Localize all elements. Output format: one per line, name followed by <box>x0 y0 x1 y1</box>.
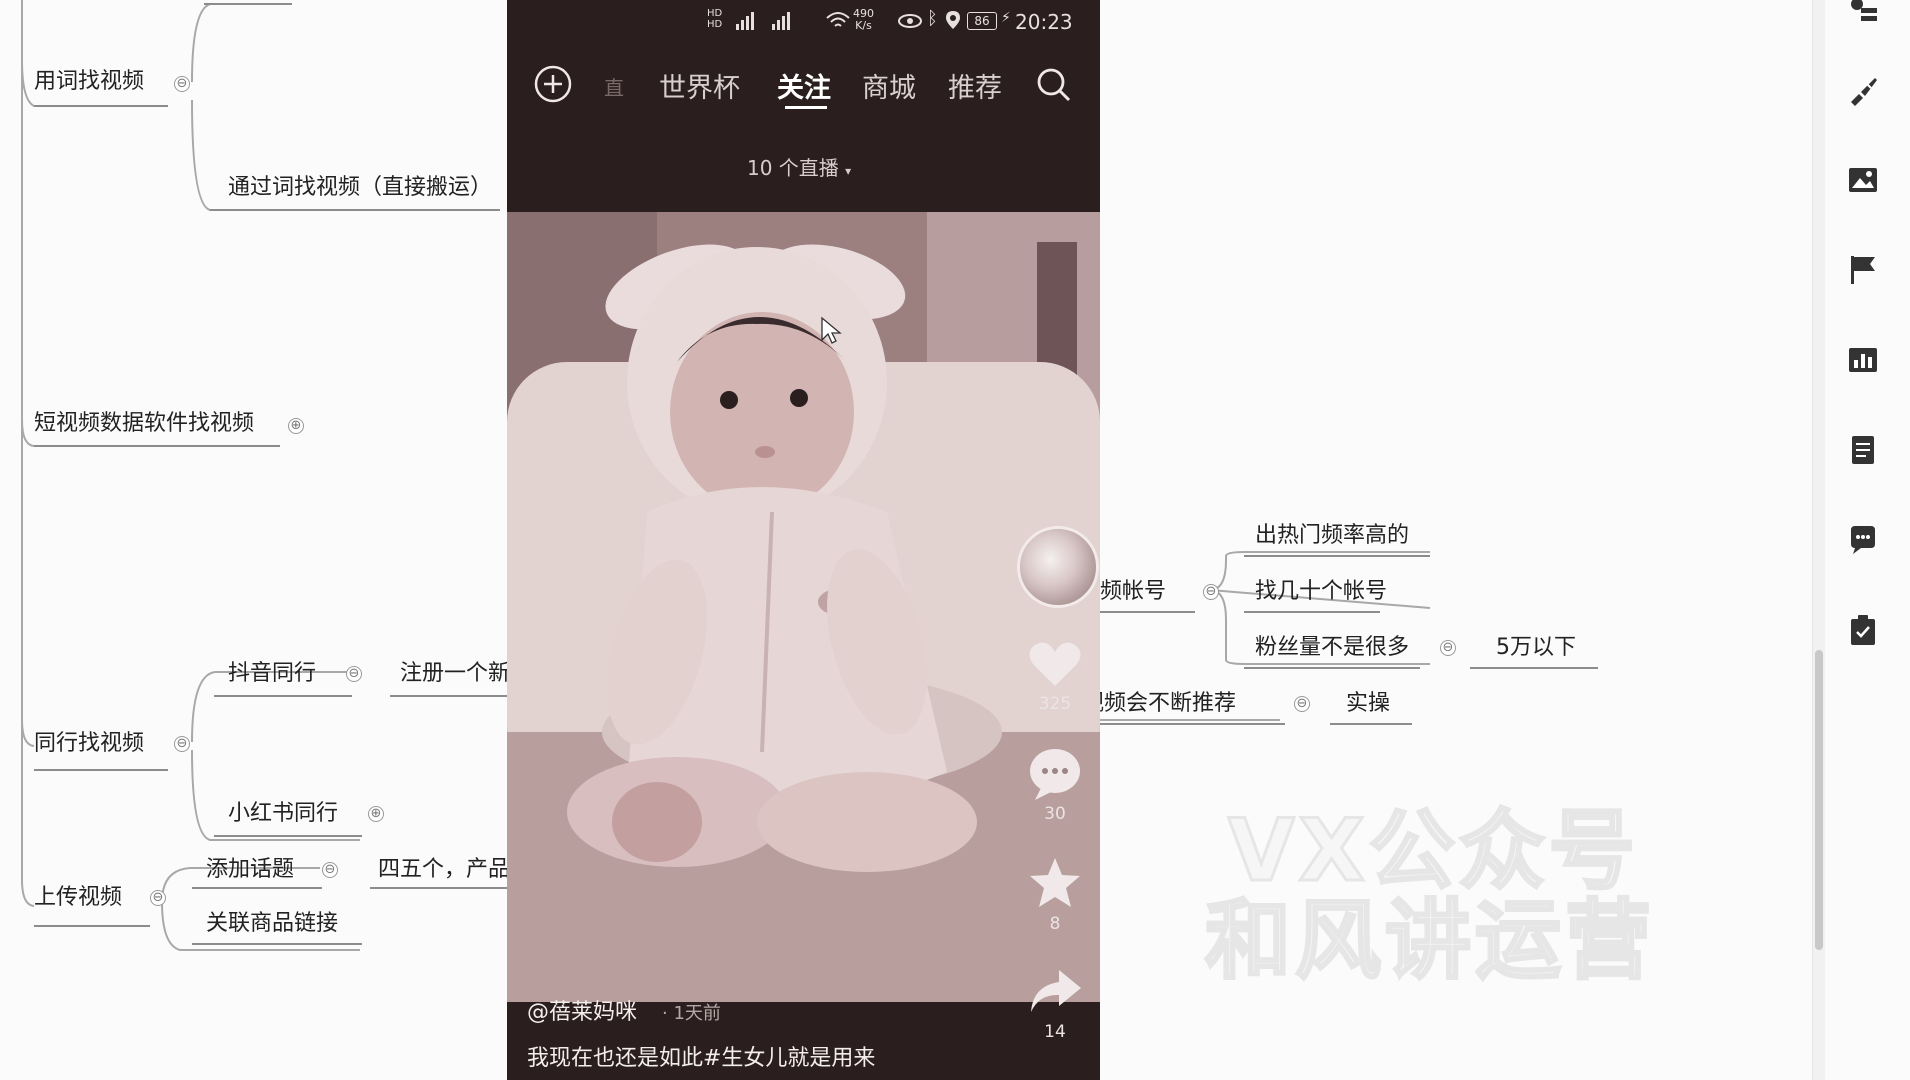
star-icon[interactable] <box>1027 856 1083 910</box>
tab-recommend[interactable]: 推荐 <box>948 66 1002 105</box>
node-register[interactable]: 注册一个新 <box>400 660 510 688</box>
tab-partial[interactable]: 直 <box>604 72 624 101</box>
share-icon[interactable] <box>1027 966 1083 1016</box>
node-peer-video[interactable]: 同行找视频 <box>34 730 144 758</box>
battery-indicator: 86 <box>967 12 997 30</box>
heart-icon[interactable] <box>1027 640 1083 690</box>
comment-bubble-icon[interactable] <box>1847 524 1879 556</box>
collapse-toggle[interactable]: ⊖ <box>174 76 190 92</box>
node-under-50k[interactable]: 5万以下 <box>1496 634 1576 662</box>
flag-icon[interactable] <box>1847 254 1879 286</box>
collapse-toggle[interactable]: ⊖ <box>174 736 190 752</box>
collapse-toggle[interactable]: ⊖ <box>1294 696 1310 712</box>
chart-icon[interactable] <box>1847 344 1879 376</box>
collapse-toggle[interactable]: ⊖ <box>322 862 338 878</box>
phone-screen-mirror[interactable]: HD HD 490 K/s ᛒ 86 ⚡ 20:23 直 世界杯 关注 商城 推荐… <box>507 0 1100 1080</box>
collapse-toggle[interactable]: ⊖ <box>346 666 362 682</box>
expand-toggle[interactable]: ⊕ <box>368 806 384 822</box>
clipboard-icon[interactable] <box>1847 614 1879 646</box>
node-account[interactable]: 频帐号 <box>1100 578 1166 606</box>
node-fans[interactable]: 粉丝量不是很多 <box>1255 634 1409 662</box>
chevron-down-icon: ▾ <box>845 164 852 178</box>
node-search-by-word[interactable]: 用词找视频 <box>34 68 144 96</box>
eye-icon <box>898 14 922 28</box>
share-count: 14 <box>1044 1022 1066 1042</box>
node-xhs-peer[interactable]: 小红书同行 <box>228 800 338 828</box>
comment-icon[interactable] <box>1027 746 1083 802</box>
hd-badge: HD HD <box>707 8 723 30</box>
location-icon <box>946 11 960 29</box>
tab-follow[interactable]: 关注 <box>777 66 831 105</box>
author-name[interactable]: @蓓莱妈咪 <box>527 1000 637 1025</box>
node-via-word[interactable]: 通过词找视频（直接搬运） <box>228 174 492 202</box>
author-avatar[interactable] <box>1017 526 1099 608</box>
node-find-accounts[interactable]: 找几十个帐号 <box>1255 578 1387 606</box>
brush-icon[interactable] <box>1847 74 1879 106</box>
mouse-cursor <box>821 316 842 344</box>
node-upload[interactable]: 上传视频 <box>34 884 122 912</box>
network-speed: 490 K/s <box>853 7 874 32</box>
live-count-label: 10 个直播 <box>747 156 839 180</box>
collapse-toggle[interactable]: ⊖ <box>1440 640 1456 656</box>
node-high-hot[interactable]: 出热门频率高的 <box>1255 522 1409 550</box>
right-toolbar <box>1812 0 1910 1080</box>
image-icon[interactable] <box>1847 164 1879 196</box>
video-caption[interactable]: 我现在也还是如此#生女儿就是用来 <box>527 1040 875 1072</box>
charging-icon: ⚡ <box>1001 10 1011 26</box>
note-icon[interactable] <box>1847 434 1879 466</box>
active-tab-indicator <box>785 106 827 109</box>
like-count: 325 <box>1038 694 1072 714</box>
expand-toggle[interactable]: ⊕ <box>288 418 304 434</box>
add-icon[interactable] <box>533 64 573 104</box>
live-count[interactable]: 10 个直播 ▾ <box>747 152 851 181</box>
wifi-icon <box>826 12 850 27</box>
bluetooth-icon: ᛒ <box>927 8 938 29</box>
collapse-toggle[interactable]: ⊖ <box>150 890 166 906</box>
node-douyin-peer[interactable]: 抖音同行 <box>228 660 316 688</box>
node-link-goods[interactable]: 关联商品链接 <box>206 910 338 938</box>
comment-count: 30 <box>1044 804 1066 824</box>
tab-worldcup[interactable]: 世界杯 <box>659 66 740 105</box>
user-icon[interactable] <box>1847 0 1879 26</box>
watermark-line2: 和风讲运营 <box>1204 890 1655 993</box>
favorite-count: 8 <box>1049 914 1061 934</box>
search-icon[interactable] <box>1034 65 1074 105</box>
post-time: · 1天前 <box>662 1003 721 1024</box>
collapse-toggle[interactable]: ⊖ <box>1203 584 1219 600</box>
signal-icon <box>736 12 790 30</box>
node-practice[interactable]: 实操 <box>1346 690 1390 718</box>
tab-mall[interactable]: 商城 <box>862 66 916 105</box>
scrollbar-thumb[interactable] <box>1815 650 1823 950</box>
node-four-five[interactable]: 四五个，产品 <box>378 856 510 884</box>
status-time: 20:23 <box>1015 10 1073 34</box>
video-player[interactable] <box>507 212 1100 1002</box>
video-frame-baby <box>507 212 1100 1002</box>
node-data-software[interactable]: 短视频数据软件找视频 <box>34 410 254 438</box>
node-add-topic[interactable]: 添加话题 <box>206 856 294 884</box>
video-author[interactable]: @蓓莱妈咪 · 1天前 <box>527 994 721 1026</box>
